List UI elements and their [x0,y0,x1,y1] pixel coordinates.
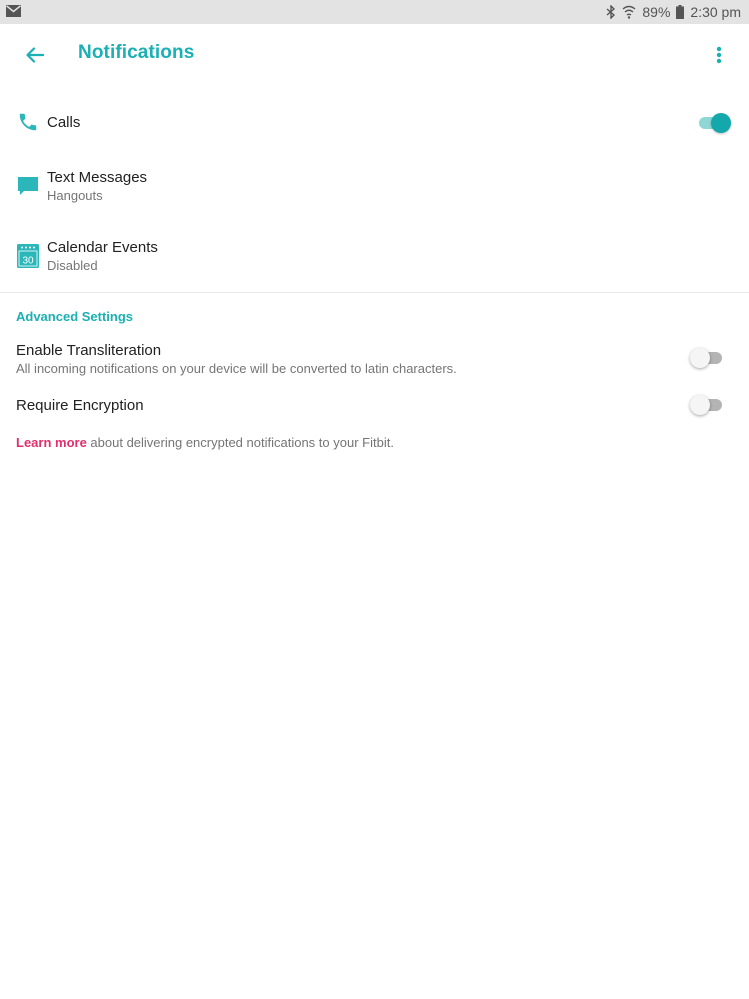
calendar-icon-day: 30 [22,256,34,267]
notification-row-text-messages[interactable]: Text Messages Hangouts [0,166,749,210]
notification-subtitle: Disabled [47,258,98,273]
notification-title: Calendar Events [47,239,158,256]
encryption-toggle[interactable] [690,394,724,416]
learn-more-link[interactable]: Learn more [16,435,87,450]
more-vert-icon [716,46,722,64]
back-button[interactable] [20,40,50,70]
bluetooth-icon [606,5,616,19]
notification-row-calendar-events[interactable]: 30 Calendar Events Disabled [0,236,749,280]
battery-percent: 89% [642,4,671,20]
app-bar: Notifications [0,24,749,86]
battery-icon [676,5,685,19]
divider [0,292,749,293]
setting-title: Enable Transliteration [16,342,162,359]
setting-description: All incoming notifications on your devic… [16,361,457,376]
calendar-icon: 30 [16,244,40,268]
message-icon [16,174,40,198]
page-title: Notifications [78,42,195,63]
transliteration-toggle[interactable] [690,347,724,369]
clock: 2:30 pm [690,4,741,20]
learn-more-description: about delivering encrypted notifications… [86,435,394,450]
notification-title: Text Messages [47,169,148,186]
section-header-advanced: Advanced Settings [16,309,134,324]
learn-more-text: Learn more about delivering encrypted no… [16,435,394,450]
phone-icon [16,110,40,134]
setting-title: Require Encryption [16,397,144,414]
mail-icon [6,5,21,17]
wifi-icon [622,5,636,19]
notification-row-calls[interactable]: Calls [0,104,749,144]
back-arrow-icon [26,47,45,63]
overflow-menu-button[interactable] [709,42,729,68]
notification-subtitle: Hangouts [47,188,103,203]
status-bar: 89% 2:30 pm [0,0,749,24]
calls-toggle[interactable] [697,112,731,134]
notification-title: Calls [47,114,81,131]
